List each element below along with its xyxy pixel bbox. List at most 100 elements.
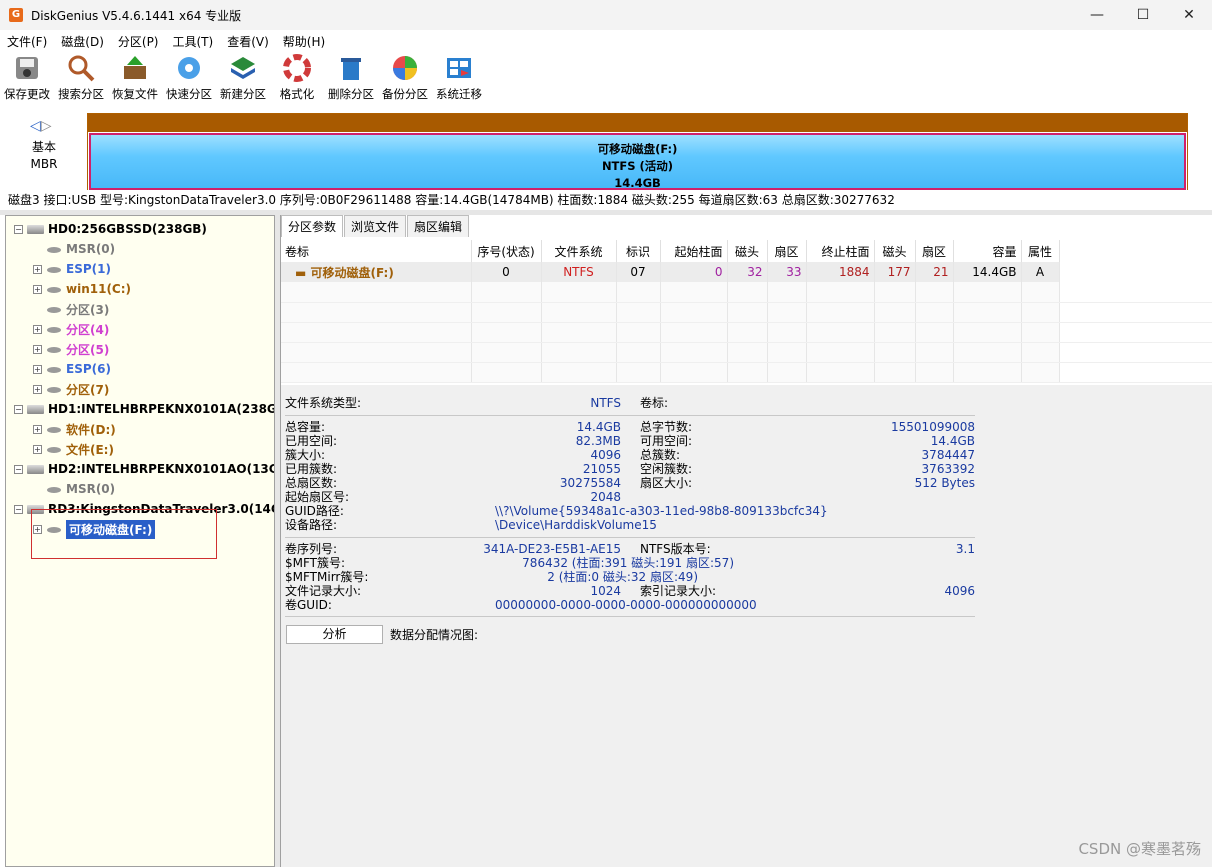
table-row (281, 302, 1212, 323)
divider (285, 415, 975, 416)
tree-partition[interactable]: + 分区(5) (33, 339, 109, 359)
watermark: CSDN @寒墨茗殇 (1078, 840, 1201, 858)
table-row[interactable]: ▬ 可移动磁盘(F:) 0 NTFS 07 0 32 33 1884 177 2… (281, 262, 1212, 282)
tree-partition[interactable]: 分区(3) (46, 299, 109, 319)
window-title: DiskGenius V5.4.6.1441 x64 专业版 (31, 8, 242, 23)
partition-icon (46, 246, 62, 253)
save-disk-icon (12, 53, 42, 83)
tree-partition[interactable]: + 软件(D:) (33, 419, 116, 439)
title-bar: G DiskGenius V5.4.6.1441 x64 专业版 — ☐ ✕ (0, 0, 1212, 30)
partition-used-band (88, 114, 1187, 132)
hard-disk-icon (27, 404, 44, 414)
partition-details: 文件系统类型: NTFS 卷标: 总容量: 14.4GB 已用空间: 82.3M… (281, 385, 1212, 867)
menu-view[interactable]: 查看(V) (220, 33, 276, 50)
recover-box-icon (120, 53, 150, 83)
collapse-icon[interactable]: − (14, 404, 23, 414)
tree-partition[interactable]: + ESP(6) (33, 359, 111, 379)
hard-disk-icon (27, 464, 44, 474)
expand-icon[interactable]: + (33, 364, 42, 374)
expand-icon[interactable]: + (33, 284, 42, 294)
partition-icon: ▬ (295, 265, 311, 280)
expand-icon[interactable]: + (33, 444, 42, 454)
expand-icon[interactable]: + (33, 264, 42, 274)
expand-icon[interactable]: + (33, 324, 42, 334)
divider (285, 537, 975, 538)
quick-disk-icon (174, 53, 204, 83)
diskgenius-icon: G (9, 8, 23, 22)
tab-sector-edit[interactable]: 扇区编辑 (407, 215, 470, 237)
collapse-icon[interactable]: − (14, 504, 23, 514)
new-partition-button[interactable]: 新建分区 (216, 52, 270, 106)
partition-icon (46, 386, 62, 393)
collapse-icon[interactable]: − (14, 464, 23, 474)
table-row (281, 342, 1212, 363)
expand-icon[interactable]: + (33, 344, 42, 354)
pie-chart-icon (390, 53, 420, 83)
partition-icon (46, 326, 62, 333)
save-changes-button[interactable]: 保存更改 (0, 52, 54, 106)
hard-disk-icon (27, 224, 44, 234)
partition-icon (46, 366, 62, 373)
next-disk-icon[interactable]: ▷ (41, 118, 52, 134)
search-partition-button[interactable]: 搜索分区 (54, 52, 108, 106)
partition-table: 卷标 序号(状态) 文件系统 标识 起始柱面 磁头 扇区 终止柱面 磁头 扇区 … (281, 240, 1212, 383)
tree-partition[interactable]: + 分区(4) (33, 319, 109, 339)
layers-icon (228, 53, 258, 83)
expand-icon[interactable]: + (33, 384, 42, 394)
tree-disk-hd1[interactable]: − HD1:INTELHBRPEKNX0101A(238GB) (14, 399, 274, 419)
close-button[interactable]: ✕ (1166, 0, 1212, 30)
disk-type: 基本 MBR (30, 140, 58, 171)
allocation-label: 数据分配情况图: (390, 628, 479, 642)
tree-partition[interactable]: + 分区(7) (33, 379, 109, 399)
partition-icon (46, 486, 62, 493)
toolbar: 保存更改 搜索分区 恢复文件 快速分区 新建分区 格式化 删除分区 备份分区 系… (0, 52, 1212, 106)
menu-partition[interactable]: 分区(P) (111, 33, 166, 50)
expand-icon[interactable]: + (33, 424, 42, 434)
disk-nav: ◁▷ (30, 118, 52, 134)
menu-bar: 文件(F) 磁盘(D) 分区(P) 工具(T) 查看(V) 帮助(H) (0, 30, 1212, 52)
divider (285, 616, 975, 617)
windows-migrate-icon (444, 53, 474, 83)
format-button[interactable]: 格式化 (270, 52, 324, 106)
table-row (281, 362, 1212, 383)
tab-partition-params[interactable]: 分区参数 (281, 215, 344, 237)
delete-partition-button[interactable]: 删除分区 (324, 52, 378, 106)
menu-help[interactable]: 帮助(H) (276, 33, 332, 50)
menu-disk[interactable]: 磁盘(D) (54, 33, 111, 50)
table-row (281, 282, 1212, 303)
tab-bar: 分区参数 浏览文件 扇区编辑 (281, 215, 470, 237)
detail-panel: 分区参数 浏览文件 扇区编辑 卷标 序号(状态) 文件系统 标识 起始柱面 磁头… (280, 215, 1212, 867)
partition-icon (46, 266, 62, 273)
system-migration-button[interactable]: 系统迁移 (432, 52, 486, 106)
menu-tools[interactable]: 工具(T) (166, 33, 221, 50)
tree-partition[interactable]: + ESP(1) (33, 259, 111, 279)
partition-icon (46, 426, 62, 433)
recover-files-button[interactable]: 恢复文件 (108, 52, 162, 106)
table-header: 卷标 序号(状态) 文件系统 标识 起始柱面 磁头 扇区 终止柱面 磁头 扇区 … (281, 240, 1212, 262)
partition-icon (46, 446, 62, 453)
lifebuoy-icon (282, 53, 312, 83)
tree-partition[interactable]: + 文件(E:) (33, 439, 114, 459)
table-row (281, 322, 1212, 343)
partition-bar[interactable]: 可移动磁盘(F:) NTFS (活动) 14.4GB (87, 113, 1188, 191)
quick-partition-button[interactable]: 快速分区 (162, 52, 216, 106)
collapse-icon[interactable]: − (14, 224, 23, 234)
minimize-button[interactable]: — (1074, 0, 1120, 30)
maximize-button[interactable]: ☐ (1120, 0, 1166, 30)
backup-partition-button[interactable]: 备份分区 (378, 52, 432, 106)
tree-partition[interactable]: MSR(0) (46, 239, 115, 259)
partition-icon (46, 286, 62, 293)
magnifier-icon (66, 53, 96, 83)
disk-map: ◁▷ 基本 MBR 可移动磁盘(F:) NTFS (活动) 14.4GB (0, 106, 1212, 191)
tree-partition[interactable]: MSR(0) (46, 479, 115, 499)
tree-partition[interactable]: + win11(C:) (33, 279, 131, 299)
tree-disk-hd2[interactable]: − HD2:INTELHBRPEKNX0101AO(13GB) (14, 459, 274, 479)
prev-disk-icon[interactable]: ◁ (30, 118, 41, 134)
menu-file[interactable]: 文件(F) (0, 33, 54, 50)
partition-block[interactable]: 可移动磁盘(F:) NTFS (活动) 14.4GB (89, 133, 1186, 190)
partition-icon (46, 306, 62, 313)
partition-icon (46, 346, 62, 353)
tree-disk-hd0[interactable]: − HD0:256GBSSD(238GB) (14, 219, 207, 239)
tab-browse-files[interactable]: 浏览文件 (344, 215, 407, 237)
analyze-button[interactable]: 分析 (286, 625, 383, 644)
